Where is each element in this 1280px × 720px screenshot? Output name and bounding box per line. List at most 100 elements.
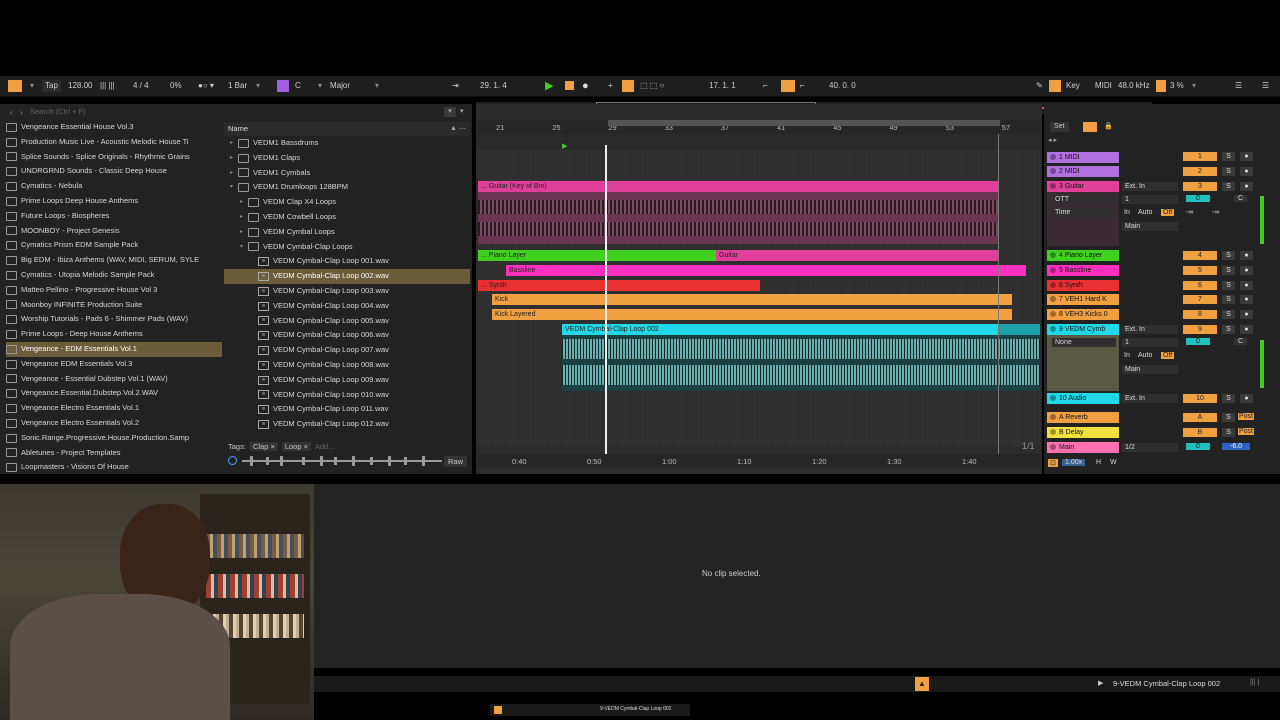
track-2-midi[interactable]: 2 MIDI [1047, 166, 1119, 177]
view-icon[interactable]: ☰ [1262, 80, 1269, 92]
loop-brace[interactable] [608, 120, 1000, 126]
metronome-arrow-icon[interactable]: ▾ [30, 80, 34, 92]
clip-synth[interactable]: ... Synth [478, 280, 760, 291]
name-column-header[interactable]: Name [224, 122, 470, 136]
follow-icon[interactable]: ⇥ [452, 80, 459, 92]
solo-button[interactable]: S [1222, 295, 1235, 304]
zoom-level[interactable]: 1.00x [1062, 459, 1086, 466]
pan-9[interactable]: C [1234, 338, 1248, 345]
monitor-auto-9[interactable]: Auto [1138, 352, 1152, 359]
send-b-3[interactable]: -∞ [1212, 209, 1219, 216]
file-row[interactable]: ≋ VEDM Cymbal-Clap Loop 006.wav [224, 328, 470, 343]
monitor-in-3[interactable]: In [1124, 209, 1130, 216]
zoom-icon[interactable]: ⊡ [1048, 459, 1058, 467]
return-b-post[interactable]: Post [1238, 428, 1255, 435]
song-position[interactable]: 29. 1. 4 [480, 80, 507, 92]
loop-start[interactable]: 17. 1. 1 [709, 80, 736, 92]
chevron-down-icon[interactable]: ▾ [240, 240, 248, 255]
time-ruler[interactable] [478, 454, 1040, 468]
locator-marker-icon[interactable]: ▶ [562, 142, 567, 150]
folder-row[interactable]: ▸ VEDM1 Claps [224, 151, 470, 166]
file-row[interactable]: ≋ VEDM Cymbal-Clap Loop 007.wav [224, 343, 470, 358]
loop-switch-icon[interactable] [781, 80, 795, 92]
midi-map-button[interactable]: MIDI [1095, 80, 1112, 92]
place-item[interactable]: Production Music Live - Acoustic Melodic… [6, 135, 222, 150]
scale-mode-icon[interactable] [277, 80, 289, 92]
groove-amount[interactable]: 0% [170, 80, 182, 92]
clip-guitar-2[interactable]: Guitar [716, 250, 998, 261]
scroll-arrows-icon[interactable]: ◂ ▸ [1048, 136, 1057, 144]
folder-row[interactable]: ▸ VEDM Cowbell Loops [224, 210, 470, 225]
volume-main-a[interactable]: 0 [1186, 443, 1210, 450]
w-button[interactable]: W [1110, 459, 1117, 466]
file-row[interactable]: ≋ VEDM Cymbal-Clap Loop 003.wav [224, 284, 470, 299]
track-activator[interactable]: 8 [1183, 310, 1217, 319]
solo-button[interactable]: S [1222, 152, 1235, 161]
back-icon[interactable]: ‹ [10, 108, 13, 117]
stop-icon[interactable] [565, 81, 574, 90]
device-none[interactable]: None [1052, 338, 1116, 347]
tap-button[interactable]: Tap [42, 80, 61, 92]
chevron-right-icon[interactable]: ▸ [240, 210, 248, 225]
track-9-vedm-cymb[interactable]: 9 VEDM Cymb [1047, 324, 1119, 335]
track-activator[interactable]: 5 [1183, 266, 1217, 275]
arm-record-icon[interactable]: ● [1240, 310, 1253, 319]
key-map-icon[interactable] [1049, 80, 1061, 92]
track-7-veh1-hard-k[interactable]: 7 VEH1 Hard K [1047, 294, 1119, 305]
arm-record-icon[interactable]: ● [1240, 152, 1253, 161]
scale-select[interactable]: Major [330, 80, 350, 92]
arm-record-icon[interactable]: ● [1240, 295, 1253, 304]
input-ext-in-3[interactable]: Ext. In [1122, 182, 1178, 191]
track-activator[interactable]: 3 [1183, 182, 1217, 191]
preview-waveform[interactable] [242, 455, 442, 467]
raw-button[interactable]: Raw [444, 456, 468, 467]
place-item[interactable]: Loopmasters - Visions Of House [6, 460, 222, 475]
tag-clap[interactable]: Clap × [249, 441, 278, 451]
solo-button[interactable]: S [1222, 310, 1235, 319]
return-b-delay[interactable]: B Delay [1047, 427, 1119, 438]
time-signature[interactable]: 4 / 4 [133, 80, 149, 92]
track-8-veh3-kicks[interactable]: 8 VEH3 Kicks 0 [1047, 309, 1119, 320]
device-time[interactable]: Time [1052, 208, 1116, 217]
tag-loop[interactable]: Loop × [281, 441, 311, 451]
lock-icon[interactable]: 🔒 [1104, 122, 1113, 130]
place-item[interactable]: Vengeance Electro Essentials Vol.2 [6, 416, 222, 431]
clip-bassline[interactable]: Bassline [506, 265, 1026, 276]
solo-button[interactable]: S [1222, 281, 1235, 290]
place-item[interactable]: Vengeance - Essential Dubstep Vol.1 (WAV… [6, 372, 222, 387]
sort-arrow-icon[interactable]: ▲ [450, 125, 457, 132]
place-item[interactable]: Sonic.Range.Progressive.House.Production… [6, 431, 222, 446]
chevron-right-icon[interactable]: ▸ [230, 166, 238, 181]
place-item[interactable]: Cymatics - Utopia Melodic Sample Pack [6, 268, 222, 283]
arm-record-icon[interactable]: ● [1240, 325, 1253, 334]
browser-search-input[interactable]: Search (Ctrl + F) [30, 106, 440, 118]
folder-row[interactable]: ▸ VEDM1 Bassdrums [224, 136, 470, 151]
solo-button[interactable]: S [1222, 413, 1235, 422]
follow-button-icon[interactable] [1083, 122, 1097, 132]
preview-icon[interactable] [228, 456, 237, 465]
place-item[interactable]: Future Loops - Biospheres [6, 209, 222, 224]
track-6-synth[interactable]: 6 Synth [1047, 280, 1119, 291]
track-activator[interactable]: A [1183, 413, 1217, 422]
file-row[interactable]: ≋ VEDM Cymbal-Clap Loop 010.wav [224, 388, 470, 403]
input-ext-in-10[interactable]: Ext. In [1122, 394, 1178, 403]
solo-button[interactable]: S [1222, 182, 1235, 191]
folder-row[interactable]: ▸ VEDM Clap X4 Loops [224, 195, 470, 210]
menu-icon[interactable]: ☰ [1235, 80, 1242, 92]
place-item[interactable]: Cymatics Prism EDM Sample Pack [6, 238, 222, 253]
place-item[interactable]: Vengeance.Essential.Dubstep.Vol.2.WAV [6, 386, 222, 401]
punch-out-icon[interactable]: ⌐ [800, 80, 805, 92]
filter-icon[interactable]: ▾ [444, 107, 456, 117]
input-channel-3[interactable]: 1 [1122, 195, 1178, 204]
clip-kick[interactable]: Kick [492, 294, 1012, 305]
track-activator[interactable]: B [1183, 428, 1217, 437]
return-a-post[interactable]: Post [1238, 413, 1255, 420]
chevron-right-icon[interactable]: ▸ [240, 225, 248, 240]
arm-record-icon[interactable]: ● [1240, 251, 1253, 260]
place-item[interactable]: UNDRGRND Sounds - Classic Deep House [6, 164, 222, 179]
track-3-guitar[interactable]: 3 Guitar [1047, 181, 1119, 192]
track-activator[interactable]: 4 [1183, 251, 1217, 260]
chevron-right-icon[interactable]: ▸ [230, 151, 238, 166]
more-icon[interactable]: ⋯ [459, 125, 466, 133]
arm-record-icon[interactable]: ● [1240, 266, 1253, 275]
